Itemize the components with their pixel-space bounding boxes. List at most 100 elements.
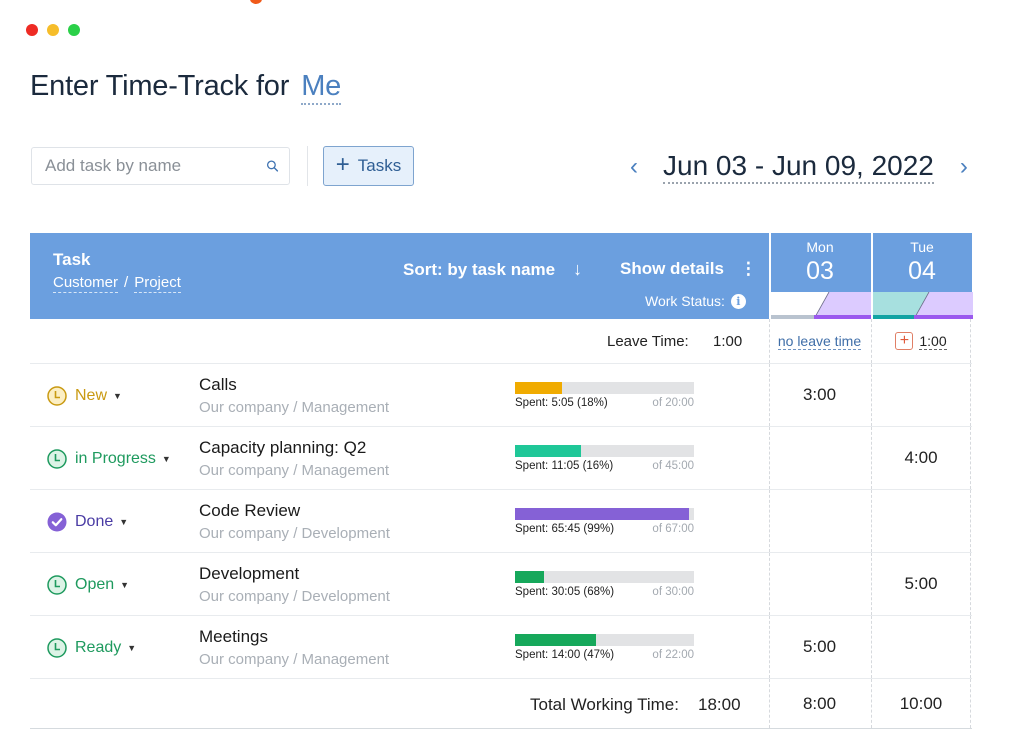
progress-fill: [515, 634, 596, 646]
clock-icon: [47, 575, 67, 595]
page-title-text: Enter Time-Track for: [30, 70, 290, 102]
status-dropdown[interactable]: New ▼: [47, 386, 122, 406]
spent-time: Spent: 14:00 (47%): [515, 649, 615, 661]
time-cell-mon[interactable]: 3:00: [769, 364, 869, 426]
total-working-time-label: Total Working Time:: [530, 695, 679, 714]
add-task-input[interactable]: [45, 156, 266, 176]
sort-control[interactable]: Sort: by task name ↓: [403, 259, 582, 280]
spent-time: Spent: 65:45 (99%): [515, 523, 615, 535]
task-customer-project: Our company / Management: [199, 462, 390, 479]
sort-arrow-down-icon[interactable]: ↓: [573, 259, 582, 280]
progress-bar: [515, 445, 694, 457]
leave-time-row: Leave Time: 1:00 no leave time + 1:00: [30, 319, 972, 364]
task-name[interactable]: Calls: [199, 375, 237, 395]
sort-label: Sort: by task name: [403, 259, 556, 279]
time-cell-mon[interactable]: 5:00: [769, 616, 869, 678]
project-filter-link[interactable]: Project: [134, 274, 181, 293]
progress-bar: [515, 508, 694, 520]
date-range-picker[interactable]: Jun 03 - Jun 09, 2022: [663, 150, 934, 184]
task-progress: Spent: 11:05 (16%) of 45:00: [515, 445, 694, 472]
clock-icon: [47, 386, 67, 406]
page-title: Enter Time-Track for Me: [30, 70, 341, 105]
progress-bar: [515, 382, 694, 394]
no-leave-time-link[interactable]: no leave time: [777, 333, 862, 350]
status-dropdown[interactable]: in Progress ▼: [47, 449, 171, 469]
time-cell-mon[interactable]: [769, 553, 869, 615]
status-dropdown[interactable]: Ready ▼: [47, 638, 136, 658]
task-name[interactable]: Code Review: [199, 501, 300, 521]
time-cell-tue[interactable]: 5:00: [871, 553, 971, 615]
task-name[interactable]: Meetings: [199, 627, 268, 647]
caret-down-icon: ▼: [127, 643, 137, 653]
caret-down-icon: ▼: [113, 391, 122, 401]
search-icon[interactable]: [266, 155, 279, 177]
add-tasks-button[interactable]: + Tasks: [323, 146, 414, 186]
task-row: Ready ▼ Meetings Our company / Management Sp…: [30, 616, 972, 679]
work-status-label: Work Status:: [645, 293, 725, 309]
plus-icon: +: [335, 151, 350, 178]
task-progress: Spent: 5:05 (18%) of 20:00: [515, 382, 694, 409]
task-customer-project: Our company / Development: [199, 588, 390, 605]
status-label: in Progress: [75, 450, 156, 467]
time-cell-tue[interactable]: [871, 490, 971, 552]
day-number: 04: [908, 257, 936, 285]
caret-down-icon: ▼: [120, 580, 130, 590]
progress-fill: [515, 571, 544, 583]
spent-time: Spent: 5:05 (18%): [515, 397, 608, 409]
time-cell-tue[interactable]: [871, 616, 971, 678]
time-cell-tue[interactable]: 4:00: [871, 427, 971, 489]
status-dropdown[interactable]: Done ▼: [47, 512, 128, 532]
status-label: Open: [75, 576, 115, 593]
total-working-time-row: Total Working Time: 18:00 8:00 10:00: [30, 679, 972, 729]
task-customer-project: Our company / Development: [199, 525, 390, 542]
progress-fill: [515, 508, 689, 520]
leave-time-label: Leave Time:: [607, 333, 689, 350]
estimated-time: of 45:00: [652, 460, 694, 472]
estimated-time: of 20:00: [652, 397, 694, 409]
clock-icon: [47, 638, 67, 658]
day-number: 03: [806, 257, 834, 285]
work-status-bar-mon: [771, 292, 871, 319]
leave-time-value[interactable]: 1:00: [919, 333, 947, 350]
maximize-window-button[interactable]: [68, 24, 80, 36]
show-details-control[interactable]: Show details ⋮: [620, 259, 757, 279]
check-circle-icon: [47, 512, 67, 532]
progress-fill: [515, 445, 582, 457]
estimated-time: of 22:00: [652, 649, 694, 661]
task-progress: Spent: 30:05 (68%) of 30:00: [515, 571, 694, 598]
add-task-search[interactable]: [31, 147, 290, 185]
leave-time-total: 1:00: [713, 333, 743, 350]
user-selector-link[interactable]: Me: [301, 70, 341, 105]
date-navigator: ‹ Jun 03 - Jun 09, 2022 ›: [624, 150, 974, 184]
status-label: Ready: [75, 639, 122, 656]
total-tue: 10:00: [871, 679, 971, 728]
show-details-label: Show details: [620, 259, 724, 278]
task-customer-project: Our company / Management: [199, 399, 390, 416]
work-status-legend: Work Status: i: [645, 293, 746, 309]
time-cell-tue[interactable]: [871, 364, 971, 426]
more-vertical-icon[interactable]: ⋮: [740, 259, 757, 279]
close-window-button[interactable]: [26, 24, 38, 36]
day-header-tue: Tue 04: [871, 233, 973, 319]
chevron-right-icon[interactable]: ›: [954, 153, 974, 181]
total-working-time-value: 18:00: [698, 695, 741, 714]
progress-bar: [515, 571, 694, 583]
leave-cell-mon: no leave time: [769, 319, 869, 363]
day-name: Tue: [910, 239, 934, 255]
customer-filter-link[interactable]: Customer: [53, 274, 119, 293]
task-header-label: Task: [53, 250, 91, 269]
task-row: Done ▼ Code Review Our company / Developmen…: [30, 490, 972, 553]
progress-fill: [515, 382, 562, 394]
add-leave-plus-icon[interactable]: +: [895, 332, 914, 350]
info-icon[interactable]: i: [730, 293, 746, 309]
task-row: Open ▼ Development Our company / Developmen…: [30, 553, 972, 616]
header-separator: /: [124, 274, 129, 291]
task-name[interactable]: Capacity planning: Q2: [199, 438, 366, 458]
window-controls: [26, 24, 80, 36]
time-cell-mon[interactable]: [769, 490, 869, 552]
time-cell-mon[interactable]: [769, 427, 869, 489]
minimize-window-button[interactable]: [47, 24, 59, 36]
task-name[interactable]: Development: [199, 564, 299, 584]
chevron-left-icon[interactable]: ‹: [624, 153, 644, 181]
status-dropdown[interactable]: Open ▼: [47, 575, 129, 595]
